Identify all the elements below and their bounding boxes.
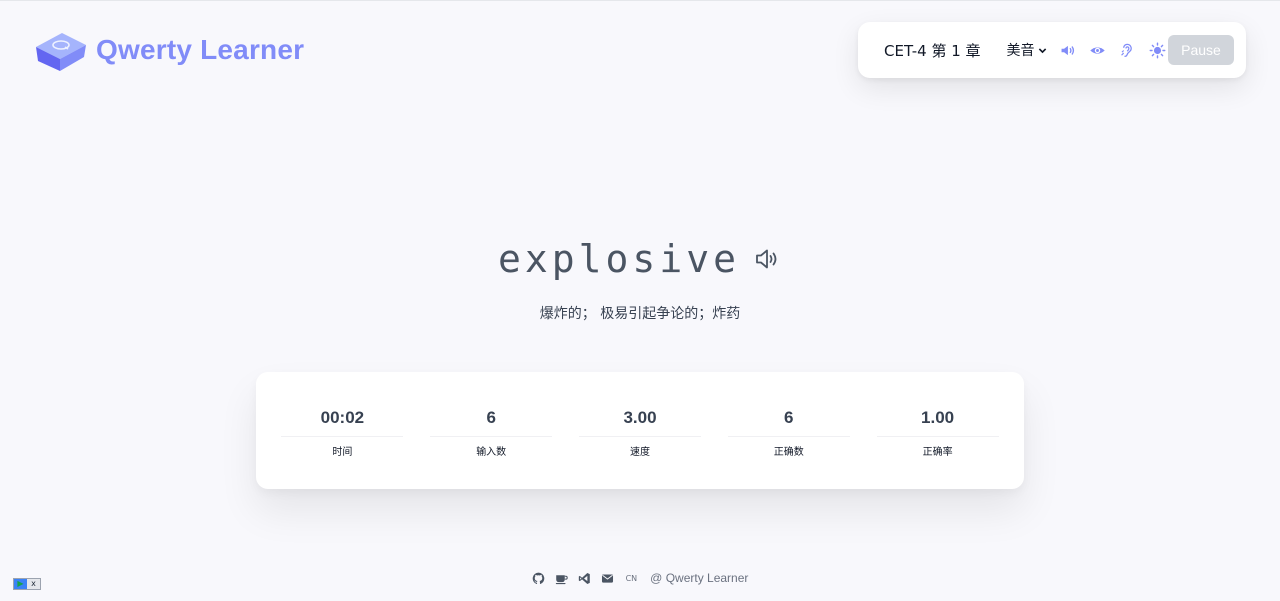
accent-label: 美音 [1006,43,1035,59]
current-word: explosive [498,237,740,281]
mail-icon [602,573,614,583]
vscode-link[interactable] [578,571,592,585]
play-icon: ▶ [14,579,27,589]
stat-speed: 3.00 速度 [578,372,701,489]
top-toolbar: CET-4 第 1 章 美音 Pause [858,22,1246,78]
visibility-toggle[interactable] [1089,41,1107,59]
stat-correct-count: 6 正确数 [727,372,850,489]
chapter-selector[interactable]: CET-4 第 1 章 [884,40,981,61]
volume-toggle[interactable] [1059,41,1077,59]
mail-link[interactable] [601,571,615,585]
stat-value: 1.00 [876,408,999,437]
stat-time: 00:02 时间 [281,372,404,489]
accent-dropdown[interactable]: 美音 [1007,40,1047,60]
chevron-down-icon [1038,47,1046,53]
github-link[interactable] [532,571,546,585]
phonetic-toggle[interactable] [1119,41,1137,59]
stat-label: 速度 [629,447,650,458]
ear-icon [1121,43,1132,57]
stat-label: 时间 [332,447,353,458]
theme-toggle[interactable] [1149,41,1167,59]
pronounce-button[interactable] [752,244,782,274]
close-icon: x [31,579,36,588]
stat-label: 输入数 [476,447,507,458]
logo-link[interactable]: Qwerty Learner [32,25,304,75]
stat-value: 3.00 [578,408,701,437]
stat-input-count: 6 输入数 [430,372,553,489]
stat-value: 00:02 [281,408,404,437]
github-icon [532,572,545,584]
vscode-icon [578,572,590,584]
pause-button[interactable]: Pause [1168,35,1234,65]
eye-icon [1090,46,1105,54]
word-translation: 爆炸的； 极易引起争论的；炸药 [539,306,741,322]
speaker-icon [756,249,777,269]
stat-accuracy: 1.00 正确率 [876,372,999,489]
volume-icon [1061,45,1075,55]
keycap-logo-icon [36,33,86,71]
corner-widget[interactable]: ▶ x [13,578,41,590]
stat-value: 6 [430,408,553,437]
app-page: Qwerty Learner CET-4 第 1 章 美音 Pause expl… [0,0,1280,601]
language-switch[interactable]: CN [626,574,638,583]
footer: CN @ Qwerty Learner [0,571,1280,585]
word-display: explosive [0,237,1280,281]
stat-label: 正确数 [773,447,804,458]
sun-icon [1149,42,1166,58]
coffee-icon [555,574,568,584]
stat-value: 6 [727,408,850,437]
app-title: Qwerty Learner [96,34,305,65]
copyright-text[interactable]: @ Qwerty Learner [650,571,748,585]
coffee-link[interactable] [555,571,569,585]
stats-panel: 00:02 时间 6 输入数 3.00 速度 6 正确数 1.00 正确率 [256,372,1024,489]
stat-label: 正确率 [922,447,953,458]
